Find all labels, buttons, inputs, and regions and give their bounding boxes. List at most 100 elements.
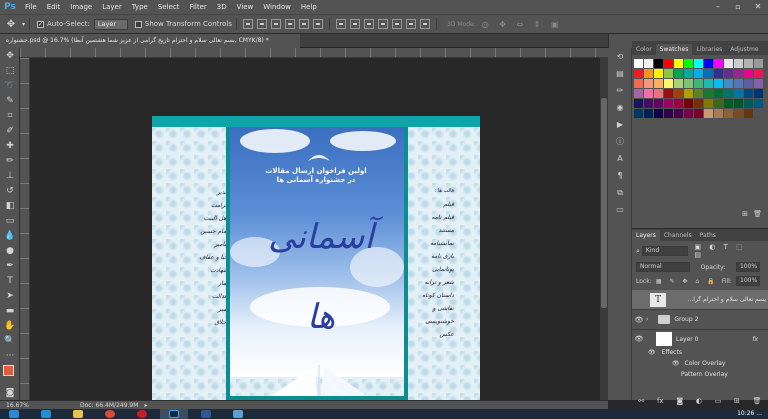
color-swatch[interactable] <box>754 79 763 88</box>
taskbar-photoshop-icon[interactable] <box>160 409 188 419</box>
hand-tool-icon[interactable]: ✋ <box>0 318 20 333</box>
menu-view[interactable]: View <box>232 3 259 11</box>
link-icon[interactable]: ⚯ <box>638 397 644 405</box>
color-swatch[interactable] <box>664 69 673 78</box>
color-swatch[interactable] <box>724 79 733 88</box>
chevron-right-icon[interactable]: › <box>646 316 648 323</box>
color-swatch[interactable] <box>694 79 703 88</box>
align-right-icon[interactable] <box>313 19 323 29</box>
maximize-icon[interactable]: ▫ <box>728 0 748 14</box>
color-swatch[interactable] <box>664 79 673 88</box>
color-swatch[interactable] <box>684 109 693 118</box>
color-swatch[interactable] <box>634 109 643 118</box>
glyphs-icon[interactable]: ⧉ <box>608 184 632 201</box>
align-hcenter-icon[interactable] <box>299 19 309 29</box>
layer-name[interactable]: Group 2 <box>674 316 698 323</box>
taskbar-opera-icon[interactable] <box>128 409 156 419</box>
more-tools-icon[interactable]: ··· <box>0 348 20 363</box>
color-swatch[interactable] <box>754 69 763 78</box>
align-vcenter-icon[interactable] <box>257 19 267 29</box>
color-swatch[interactable] <box>724 89 733 98</box>
color-swatch[interactable] <box>734 99 743 108</box>
tab-layers[interactable]: Layers <box>632 230 660 241</box>
color-swatch[interactable] <box>714 79 723 88</box>
layer-name[interactable]: Layer 0 <box>676 336 752 343</box>
color-swatch[interactable] <box>704 59 713 68</box>
color-swatch[interactable] <box>744 59 753 68</box>
tab-color[interactable]: Color <box>632 44 656 55</box>
color-swatch[interactable] <box>634 99 643 108</box>
align-top-icon[interactable] <box>243 19 253 29</box>
tab-paths[interactable]: Paths <box>696 230 720 241</box>
color-swatch[interactable] <box>694 89 703 98</box>
color-picker[interactable] <box>0 363 20 385</box>
new-layer-icon[interactable]: ⊞ <box>734 397 740 405</box>
effect-row[interactable]: 👁 Color Overlay <box>672 360 725 367</box>
color-swatch[interactable] <box>644 89 653 98</box>
type-tool-icon[interactable]: T <box>0 273 20 288</box>
color-swatch[interactable] <box>744 69 753 78</box>
fx-badge[interactable]: fx <box>752 336 758 343</box>
transform-controls-checkbox[interactable] <box>134 20 142 28</box>
color-swatch[interactable] <box>694 59 703 68</box>
color-swatch[interactable] <box>694 69 703 78</box>
color-swatch[interactable] <box>734 79 743 88</box>
color-swatch[interactable] <box>654 89 663 98</box>
zoom-tool-icon[interactable]: 🔍 <box>0 333 20 348</box>
taskbar-chrome-icon[interactable] <box>96 409 124 419</box>
distribute-vcenter-icon[interactable] <box>350 19 360 29</box>
eye-icon[interactable]: 👁 <box>632 316 646 324</box>
color-swatch[interactable] <box>714 99 723 108</box>
menu-edit[interactable]: Edit <box>42 3 66 11</box>
character-icon[interactable]: A <box>608 150 632 167</box>
filter-icons[interactable]: ▣ ◐ T ⬚ ▤ <box>694 243 758 259</box>
color-swatch[interactable] <box>634 79 643 88</box>
menu-file[interactable]: File <box>20 3 42 11</box>
align-bottom-icon[interactable] <box>271 19 281 29</box>
color-swatch[interactable] <box>734 59 743 68</box>
color-swatch[interactable] <box>674 79 683 88</box>
color-swatch[interactable] <box>724 109 733 118</box>
align-left-icon[interactable] <box>285 19 295 29</box>
clone-stamp-icon[interactable]: ⊥ <box>0 168 20 183</box>
color-swatch[interactable] <box>644 79 653 88</box>
auto-select-dropdown[interactable]: Layer <box>93 18 128 30</box>
color-swatch[interactable] <box>654 109 663 118</box>
lock-icons[interactable]: ▦ ✎ ✥ ⌂ 🔒 <box>656 278 718 285</box>
distribute-left-icon[interactable] <box>378 19 388 29</box>
menu-layer[interactable]: Layer <box>97 3 127 11</box>
color-swatch[interactable] <box>714 69 723 78</box>
auto-align-icon[interactable] <box>420 19 430 29</box>
start-button[interactable] <box>0 409 28 419</box>
color-swatch[interactable] <box>674 69 683 78</box>
pen-tool-icon[interactable]: ✒ <box>0 258 20 273</box>
color-swatch[interactable] <box>674 99 683 108</box>
color-swatch[interactable] <box>664 89 673 98</box>
color-swatch[interactable] <box>654 99 663 108</box>
dodge-tool-icon[interactable]: ● <box>0 243 20 258</box>
actions-icon[interactable]: ▶ <box>608 116 632 133</box>
color-swatch[interactable] <box>694 99 703 108</box>
color-swatch[interactable] <box>704 69 713 78</box>
properties-icon[interactable]: ▤ <box>608 65 632 82</box>
tab-swatches[interactable]: Swatches <box>655 44 693 55</box>
trash-icon[interactable]: 🗑 <box>753 397 762 405</box>
clone-source-icon[interactable]: ◉ <box>608 99 632 116</box>
color-swatch[interactable] <box>644 99 653 108</box>
vertical-scrollbar[interactable] <box>600 58 608 400</box>
paragraph-icon[interactable]: ¶ <box>608 167 632 184</box>
color-swatch[interactable] <box>714 89 723 98</box>
color-swatch[interactable] <box>634 89 643 98</box>
eye-icon[interactable]: 👁 <box>648 349 656 356</box>
color-swatch[interactable] <box>664 99 673 108</box>
gradient-tool-icon[interactable]: ▭ <box>0 213 20 228</box>
color-swatch[interactable] <box>664 109 673 118</box>
layer-row-group[interactable]: 👁 › Group 2 <box>632 310 768 330</box>
history-icon[interactable]: ⟲ <box>608 48 632 65</box>
color-swatch[interactable] <box>694 109 703 118</box>
color-swatch[interactable] <box>744 89 753 98</box>
minimize-icon[interactable]: – <box>708 0 728 14</box>
menu-image[interactable]: Image <box>65 3 97 11</box>
color-swatch[interactable] <box>754 59 763 68</box>
blur-tool-icon[interactable]: 💧 <box>0 228 20 243</box>
